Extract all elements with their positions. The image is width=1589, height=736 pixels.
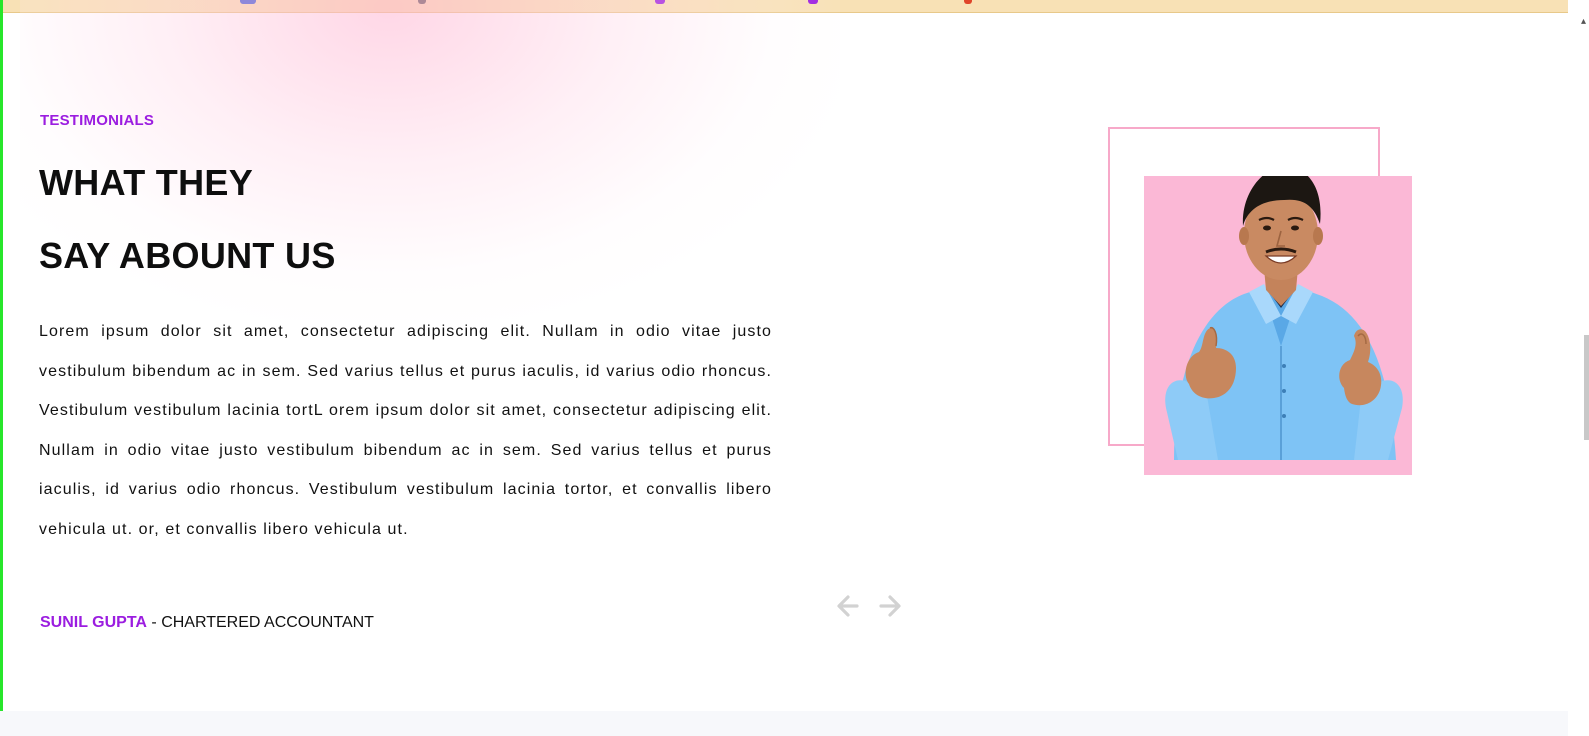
left-edge-highlight xyxy=(0,0,3,736)
next-section-edge xyxy=(0,711,1568,736)
section-eyebrow: TESTIMONIALS xyxy=(40,112,155,129)
banner-fragment xyxy=(808,0,818,4)
testimonial-author: SUNIL GUPTA - CHARTERED ACCOUNTANT xyxy=(40,614,374,632)
page-scrollbar[interactable]: ▴ xyxy=(1568,0,1589,736)
testimonial-photo xyxy=(1144,176,1412,475)
section-headline-line2: SAY ABOUNT US xyxy=(39,235,336,276)
arrow-left-icon xyxy=(837,595,859,617)
author-title: CHARTERED ACCOUNTANT xyxy=(161,614,374,631)
author-name: SUNIL GUPTA xyxy=(40,614,147,631)
author-separator: - xyxy=(146,614,162,631)
previous-testimonial-button[interactable] xyxy=(834,592,862,620)
scroll-up-icon[interactable]: ▴ xyxy=(1581,16,1586,27)
next-testimonial-button[interactable] xyxy=(876,592,904,620)
banner-fragment xyxy=(655,0,665,4)
testimonial-quote: Lorem ipsum dolor sit amet, consectetur … xyxy=(39,323,772,538)
section-headline-line1: WHAT THEY xyxy=(39,162,254,203)
arrow-right-icon xyxy=(879,595,901,617)
banner-fragment xyxy=(964,0,972,4)
testimonial-navigation xyxy=(834,592,904,620)
scrollbar-thumb[interactable] xyxy=(1584,335,1589,440)
banner-fragment xyxy=(418,0,426,4)
top-banner-strip xyxy=(0,0,1568,13)
person-thumbs-up-illustration xyxy=(1165,176,1403,460)
banner-fragment xyxy=(240,0,256,4)
